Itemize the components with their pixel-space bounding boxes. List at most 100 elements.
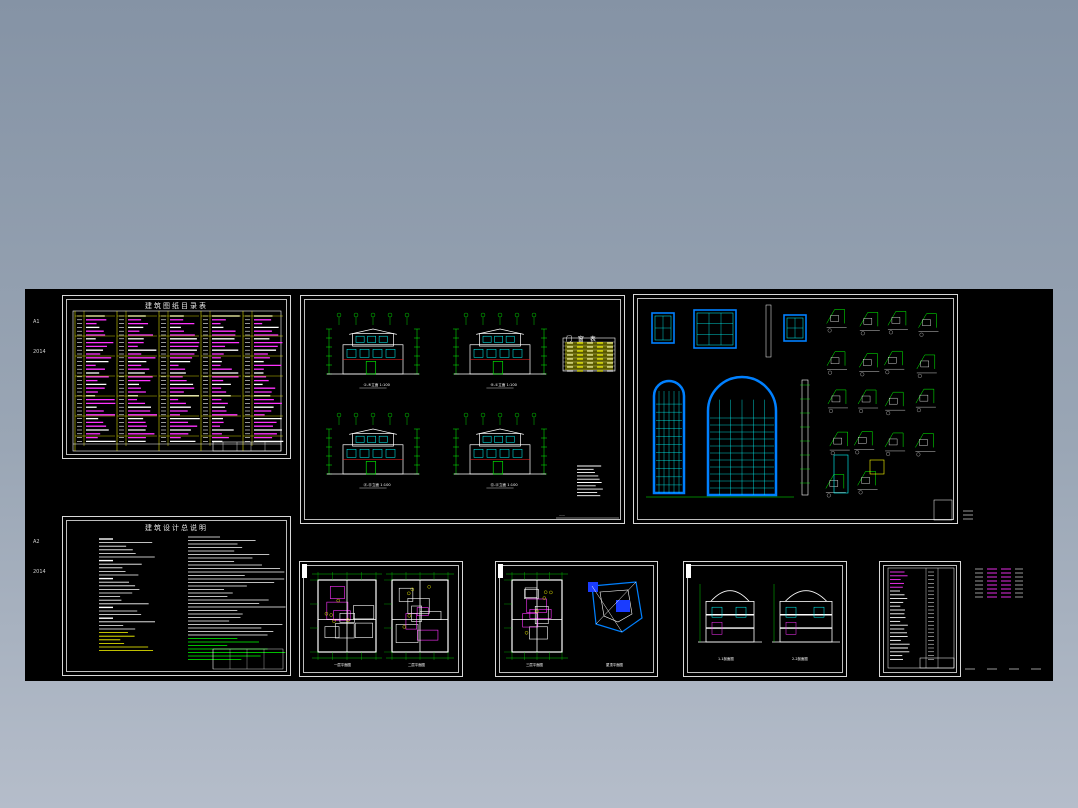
sheet-design-notes[interactable]: 建筑设计总说明 [62,516,291,676]
cad-text: 1-1剖面图 [718,656,734,661]
floor-plan-drawings: 一层平面图 二层平面图 [302,564,454,667]
cad-rect [565,342,613,370]
cad-rect [346,449,357,458]
cad-rect [813,606,825,618]
cad-rect [365,461,377,475]
index-table [887,567,955,669]
cad-rect [378,335,388,343]
fixture [524,631,529,635]
cad-rect [616,600,630,612]
sheet-floor-plans-1[interactable]: 一层平面图 二层平面图 [299,561,463,677]
fixture [402,625,407,629]
cad-rect [473,349,484,358]
sheet-floor-plans-2[interactable]: 三层平面图 屋顶平面图 [495,561,658,677]
cad-rect [492,461,504,475]
detail-bubble [886,451,891,456]
detail-bubble [858,490,863,495]
cad-rect [212,648,284,670]
detail-bubble [859,409,864,413]
margin-mark: A1 [33,319,40,325]
cad-rect [922,319,931,326]
cad-rect [705,601,755,643]
grid-axis-marker [531,312,537,318]
cad-rect [920,360,930,368]
cad-rect [696,312,734,346]
cad-rect [329,586,345,599]
cad-rect [833,437,842,445]
cad-rect [385,349,396,358]
cad-rect [354,622,373,638]
cad-rect [524,589,539,599]
cad-rect [353,605,375,620]
cad-rect [830,315,839,322]
floor-plan-drawings: 三层平面图 屋顶平面图 [498,564,643,667]
sheet-drawing-list[interactable]: 建筑图纸目录表 [62,295,291,459]
detail-bubble [919,332,924,337]
detail-bubble [829,408,833,413]
cad-text: 一层平面图 [334,662,352,667]
cad-rect [888,357,897,364]
cad-rect [355,435,365,443]
cad-model-space[interactable]: A1 2014 A2 2014 建筑图纸目录表 ①-⑤立面 1:100 ⑤-①立面… [25,289,1053,681]
grid-axis-marker [480,312,486,318]
grid-axis-marker [387,412,393,418]
grid-axis-marker [370,312,376,318]
detail-bubble [827,328,832,333]
detail-drawings [646,304,953,521]
elevation-drawings: ①-⑤立面 1:100 ⑤-①立面 1:100 Ⓐ-Ⓓ立面 1:100 Ⓓ-Ⓐ立面 1… [326,312,619,519]
grid-axis-marker [404,312,410,318]
cad-rect [492,361,504,375]
detail-bubble [885,370,890,375]
cad-rect [889,397,898,405]
cad-rect [505,435,515,443]
cad-rect [831,395,841,403]
grid-axis-marker [336,312,342,318]
fixture [427,585,431,589]
cad-rect [498,564,503,578]
margin-mark: 2014 [33,349,46,355]
sheet-elevations[interactable]: ①-⑤立面 1:100 ⑤-①立面 1:100 Ⓐ-Ⓓ立面 1:100 Ⓓ-Ⓐ立面 1… [300,295,625,524]
fixture [407,614,411,618]
sheet-index[interactable] [879,561,961,677]
cad-rect [385,449,396,458]
cad-text: 三层平面图 [526,662,544,667]
cad-rect [711,606,723,618]
grid-axis-marker [480,412,486,418]
cad-rect [494,435,503,443]
cad-rect [473,449,484,458]
cad-text: —— [559,513,565,517]
cad-rect [529,626,548,640]
cad-rect [735,606,747,618]
cad-rect [919,657,955,669]
cad-rect [505,335,515,343]
grid-axis-marker [404,412,410,418]
fixture [407,591,411,596]
sheet-sections[interactable]: 1-1剖面图 2-2剖面图 [683,561,847,677]
section-drawings: 1-1剖面图 2-2剖面图 [686,564,840,661]
cad-rect [858,437,867,444]
cad-rect [919,394,929,402]
grid-axis-marker [336,412,342,418]
cad-rect [522,613,539,628]
detail-bubble [828,370,832,375]
detail-bubble [886,411,891,416]
grid-axis-marker [463,312,469,318]
detail-bubble [855,450,860,455]
grid-axis-marker [514,412,520,418]
sheet-details[interactable] [633,294,958,524]
detail-bubble [826,493,831,498]
cad-rect [861,477,870,484]
cad-rect [359,449,370,458]
fixture [549,590,553,595]
grid-axis-marker [497,312,503,318]
cad-text: 屋顶平面图 [606,662,624,667]
cad-rect [499,449,510,458]
cad-rect [494,335,503,343]
cad-rect [359,349,370,358]
cad-rect [367,335,376,343]
cad-text: ①-⑤立面 1:100 [363,382,390,387]
cad-rect [693,309,737,349]
cad-text: Ⓐ-Ⓓ立面 1:100 [363,482,391,487]
roof-curve [784,590,828,602]
cad-rect [686,564,691,578]
